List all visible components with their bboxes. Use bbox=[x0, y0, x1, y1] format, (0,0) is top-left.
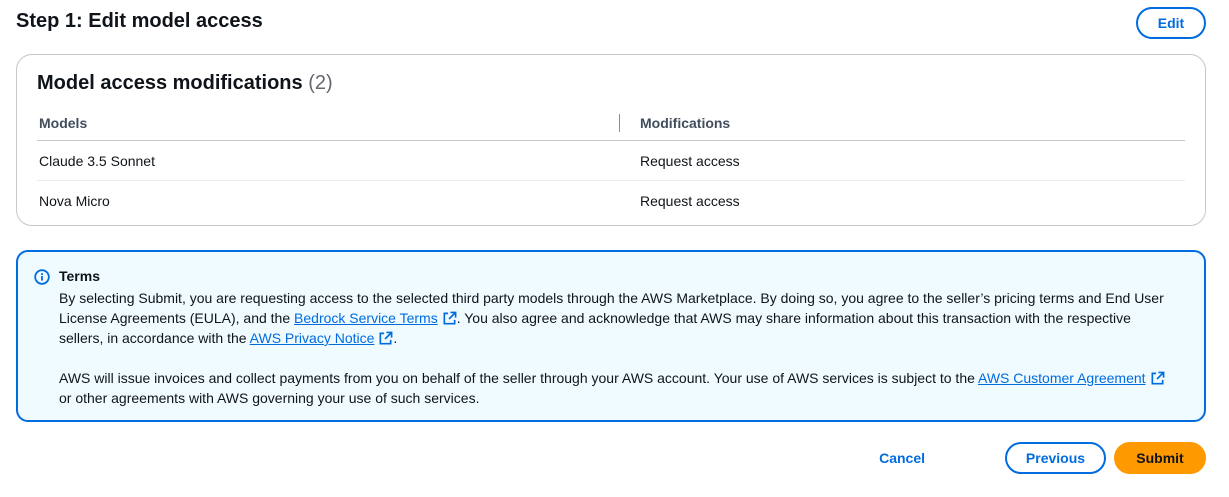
column-header-models: Models bbox=[39, 115, 88, 131]
terms-paragraph-2: AWS will issue invoices and collect paym… bbox=[59, 368, 1179, 408]
terms-text: AWS will issue invoices and collect paym… bbox=[59, 370, 979, 386]
terms-body: By selecting Submit, you are requesting … bbox=[59, 288, 1179, 408]
link-text: AWS Customer Agreement bbox=[978, 370, 1146, 386]
link-text: AWS Privacy Notice bbox=[249, 330, 375, 346]
container-title-text: Model access modifications bbox=[37, 72, 303, 94]
row-model-name: Claude 3.5 Sonnet bbox=[39, 153, 155, 169]
table-header: Models Modifications bbox=[37, 111, 1185, 141]
page: Step 1: Edit model access Edit Model acc… bbox=[0, 0, 1229, 497]
previous-button[interactable]: Previous bbox=[1005, 442, 1106, 474]
step-header: Step 1: Edit model access Edit bbox=[16, 7, 1206, 39]
modifications-table: Models Modifications Claude 3.5 Sonnet R… bbox=[37, 111, 1185, 219]
step-title: Step 1: Edit model access bbox=[16, 10, 263, 32]
terms-paragraph-1: By selecting Submit, you are requesting … bbox=[59, 288, 1179, 348]
terms-text: . bbox=[393, 330, 398, 346]
row-model-name: Nova Micro bbox=[39, 193, 110, 209]
external-link-icon bbox=[1151, 371, 1164, 385]
table-row: Nova Micro Request access bbox=[37, 180, 1185, 219]
terms-text: or other agreements with AWS governing y… bbox=[59, 390, 480, 406]
aws-customer-agreement-link[interactable]: AWS Customer Agreement bbox=[978, 370, 1165, 386]
info-circle-icon bbox=[34, 269, 50, 285]
row-modification: Request access bbox=[640, 153, 740, 169]
row-modification: Request access bbox=[640, 193, 740, 209]
link-text: Bedrock Service Terms bbox=[294, 310, 438, 326]
aws-privacy-notice-link[interactable]: AWS Privacy Notice bbox=[250, 330, 394, 346]
column-divider[interactable] bbox=[619, 114, 620, 132]
cancel-button[interactable]: Cancel bbox=[865, 442, 939, 474]
terms-alert: Terms By selecting Submit, you are reque… bbox=[16, 250, 1206, 422]
bedrock-service-terms-link[interactable]: Bedrock Service Terms bbox=[294, 310, 457, 326]
container-title: Model access modifications (2) bbox=[37, 72, 333, 95]
edit-button[interactable]: Edit bbox=[1136, 7, 1206, 39]
modifications-count: (2) bbox=[308, 72, 333, 94]
model-access-modifications-container: Model access modifications (2) Models Mo… bbox=[16, 54, 1206, 226]
terms-title: Terms bbox=[59, 268, 100, 284]
column-header-modifications: Modifications bbox=[640, 115, 731, 131]
submit-button[interactable]: Submit bbox=[1114, 442, 1206, 474]
table-row: Claude 3.5 Sonnet Request access bbox=[37, 141, 1185, 180]
external-link-icon bbox=[379, 331, 393, 345]
external-link-icon bbox=[443, 311, 457, 325]
